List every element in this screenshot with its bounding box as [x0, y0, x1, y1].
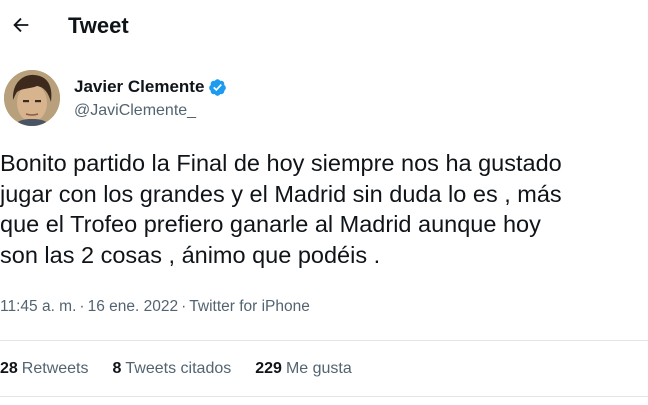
- divider: [0, 340, 648, 341]
- avatar-photo: [4, 70, 60, 126]
- tweet-metadata: 11:45 a. m. · 16 ene. 2022 · Twitter for iPh…: [0, 296, 310, 318]
- tweet-source[interactable]: Twitter for iPhone: [189, 298, 310, 315]
- display-name-link[interactable]: Javier Clemente: [74, 76, 227, 98]
- tweet-text: Bonito partido la Final de hoy siempre n…: [0, 150, 562, 268]
- likes-label: Me gusta: [285, 360, 352, 377]
- user-handle[interactable]: @JaviClemente_: [74, 100, 196, 122]
- tweet-date[interactable]: 16 ene. 2022: [88, 298, 179, 315]
- back-button[interactable]: [6, 10, 36, 40]
- retweets-count: 28: [0, 360, 18, 377]
- retweets-label: Retweets: [21, 360, 89, 377]
- quotes-count: 8: [112, 360, 122, 377]
- tweet-stats: 28 Retweets 8 Tweets citados 229 Me gust…: [0, 358, 376, 380]
- quote-tweets-stat[interactable]: 8 Tweets citados: [113, 358, 232, 380]
- likes-stat[interactable]: 229 Me gusta: [255, 358, 352, 380]
- meta-separator: ·: [181, 298, 187, 315]
- divider: [0, 396, 648, 397]
- arrow-left-icon: [13, 17, 29, 33]
- retweets-stat[interactable]: 28 Retweets: [0, 358, 89, 380]
- page-title: Tweet: [68, 13, 129, 38]
- verified-badge-icon: [209, 78, 227, 96]
- quotes-label: Tweets citados: [125, 360, 232, 377]
- likes-count: 229: [255, 360, 282, 377]
- tweet-time[interactable]: 11:45 a. m.: [0, 298, 76, 315]
- avatar[interactable]: [4, 70, 60, 126]
- meta-separator: ·: [79, 298, 85, 315]
- top-bar: Tweet: [0, 0, 648, 54]
- display-name: Javier Clemente: [74, 77, 205, 96]
- tweet-author: Javier Clemente @JaviClemente_: [0, 64, 648, 134]
